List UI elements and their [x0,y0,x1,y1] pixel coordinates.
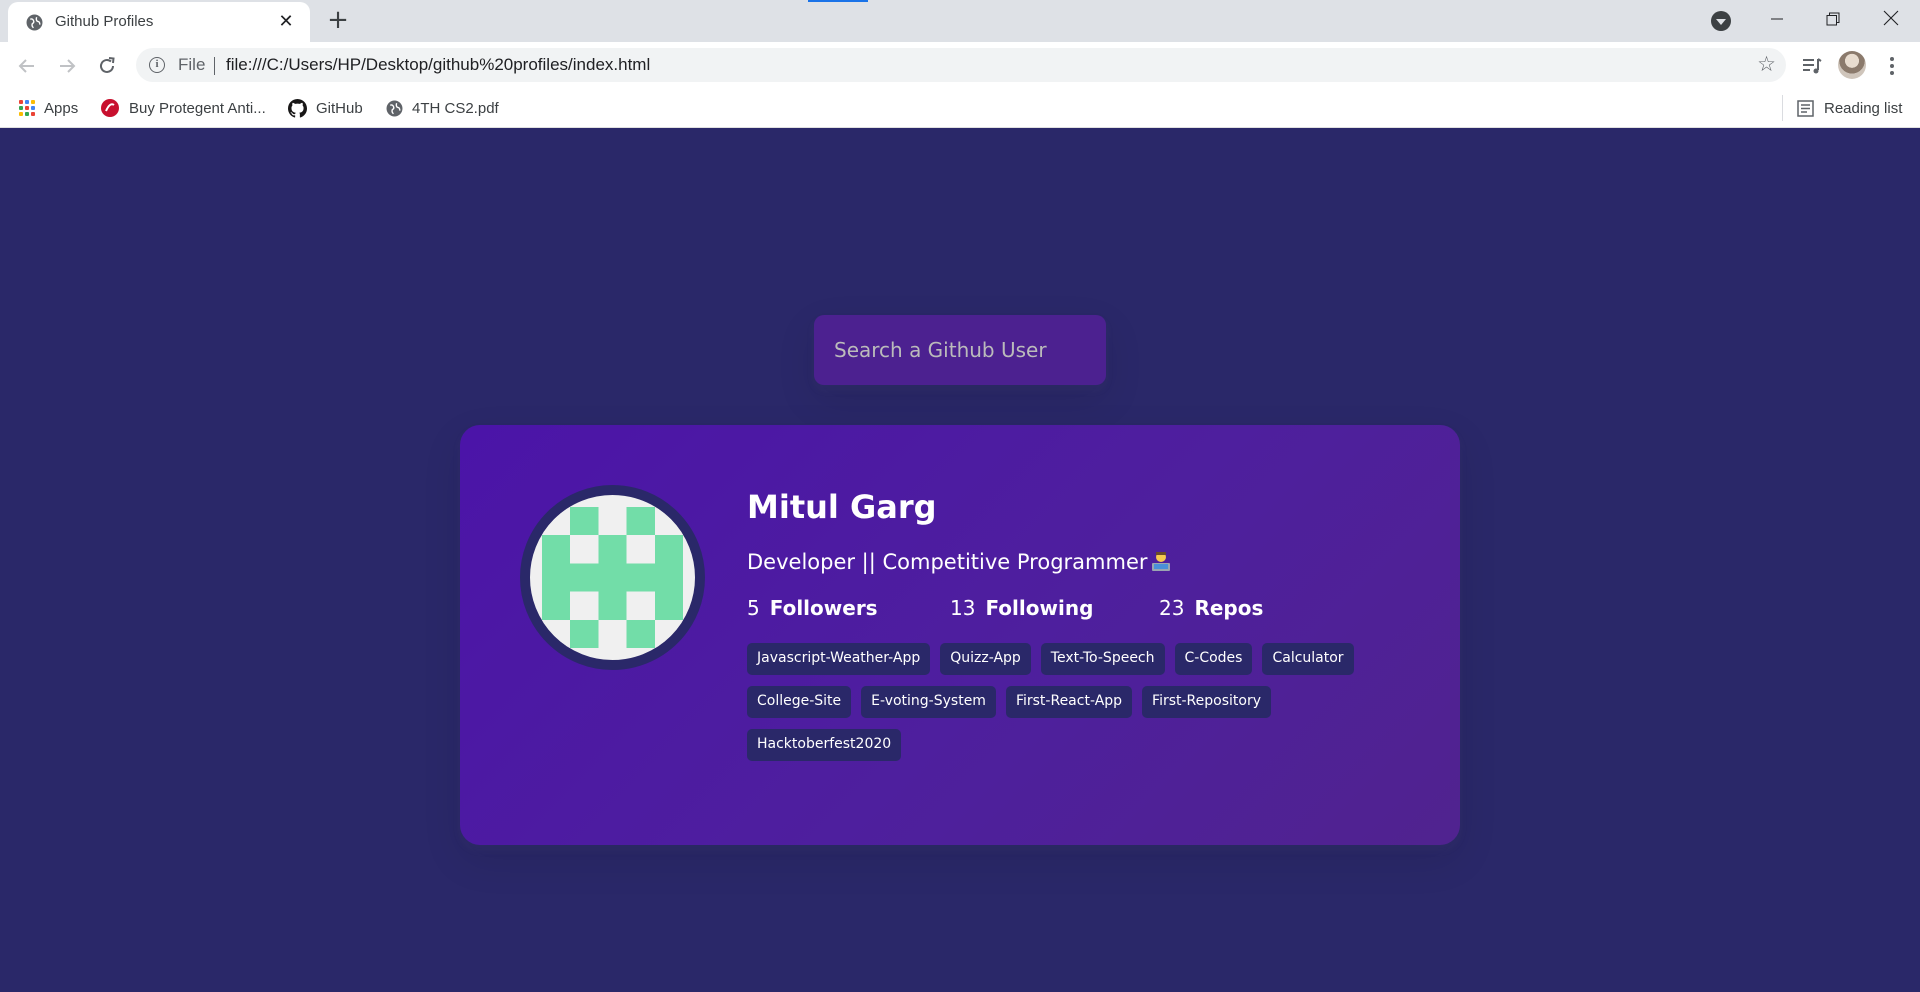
repo-link[interactable]: First-Repository [1142,686,1272,718]
menu-kebab-icon[interactable] [1882,52,1902,80]
loading-indicator [808,0,868,2]
forward-icon[interactable] [53,52,81,80]
site-info-icon[interactable]: i [149,57,165,73]
apps-grid-icon [19,100,35,116]
bookmark-github[interactable]: GitHub [288,97,363,119]
profile-bio: Developer || Competitive Programmer [747,547,1427,577]
avatar [520,485,705,670]
bio-text: Developer || Competitive Programmer [747,550,1148,574]
bookmarks-bar: Apps Buy Protegent Anti... GitHub 4TH CS… [0,88,1920,128]
page-content: Mitul Garg Developer || Competitive Prog… [0,128,1920,992]
tab-github-profiles[interactable]: Github Profiles ✕ [8,2,310,42]
url-divider [214,57,215,75]
back-icon[interactable] [13,52,41,80]
profile-name: Mitul Garg [747,488,937,526]
profile-card: Mitul Garg Developer || Competitive Prog… [460,425,1460,845]
restore-icon[interactable] [1818,6,1848,36]
bookmark-label: 4TH CS2.pdf [412,99,499,117]
browser-toolbar: i File file:///C:/Users/HP/Desktop/githu… [0,42,1920,88]
repo-link[interactable]: Javascript-Weather-App [747,643,931,675]
profile-avatar[interactable] [1838,51,1866,79]
repo-link[interactable]: First-React-App [1005,686,1133,718]
followers-label: Followers [769,596,878,620]
technologist-emoji-icon [1151,552,1170,571]
repo-link[interactable]: Text-To-Speech [1040,643,1165,675]
repos-count: 23 [1159,596,1185,620]
tab-title: Github Profiles [55,13,154,30]
media-control-icon[interactable] [1800,52,1824,80]
new-tab-button[interactable]: + [325,7,351,34]
bookmark-apps[interactable]: Apps [19,97,78,119]
bookmark-4th-cs2-pdf[interactable]: 4TH CS2.pdf [386,97,499,119]
repo-link[interactable]: C-Codes [1174,643,1253,675]
bookmark-star-icon[interactable]: ☆ [1757,52,1776,76]
tab-strip: Github Profiles ✕ + [0,0,1920,42]
following-stat: 13 Following [950,593,1159,623]
search-input[interactable] [814,315,1106,385]
globe-icon [26,14,43,31]
minimize-icon[interactable] [1762,6,1792,36]
repo-list: Javascript-Weather-App Quizz-App Text-To… [747,643,1427,761]
repo-link[interactable]: College-Site [747,686,852,718]
reading-list-button[interactable]: Reading list [1782,95,1902,121]
bookmark-label: Apps [44,99,79,117]
bookmark-protegent[interactable]: Buy Protegent Anti... [100,97,266,119]
reading-list-label: Reading list [1824,99,1903,117]
profile-info: Mitul Garg Developer || Competitive Prog… [747,485,1427,761]
following-count: 13 [950,596,976,620]
repo-link[interactable]: Quizz-App [940,643,1031,675]
following-label: Following [985,596,1094,620]
profile-stats: 5 Followers 13 Following 23 Repos [747,593,1427,623]
reading-list-icon [1797,99,1814,117]
bookmark-label: Buy Protegent Anti... [129,99,266,117]
url-text[interactable]: file:///C:/Users/HP/Desktop/github%20pro… [226,55,650,75]
address-bar[interactable]: i File file:///C:/Users/HP/Desktop/githu… [136,48,1786,82]
repo-link[interactable]: Calculator [1262,643,1354,675]
repos-stat: 23 Repos [1159,593,1263,623]
repos-label: Repos [1194,596,1264,620]
close-tab-icon[interactable]: ✕ [276,12,296,32]
followers-count: 5 [747,596,760,620]
github-icon [288,98,307,118]
identicon-avatar-image [542,507,683,648]
url-scheme: File [178,55,206,74]
tab-search-icon[interactable] [1711,11,1731,31]
close-window-icon[interactable] [1876,6,1906,36]
repo-link[interactable]: E-voting-System [861,686,996,718]
repo-link[interactable]: Hacktoberfest2020 [747,729,902,761]
protegent-icon [101,99,119,117]
bookmark-label: GitHub [316,99,363,117]
globe-icon [386,100,403,116]
reload-icon[interactable] [93,52,121,80]
followers-stat: 5 Followers [747,593,950,623]
